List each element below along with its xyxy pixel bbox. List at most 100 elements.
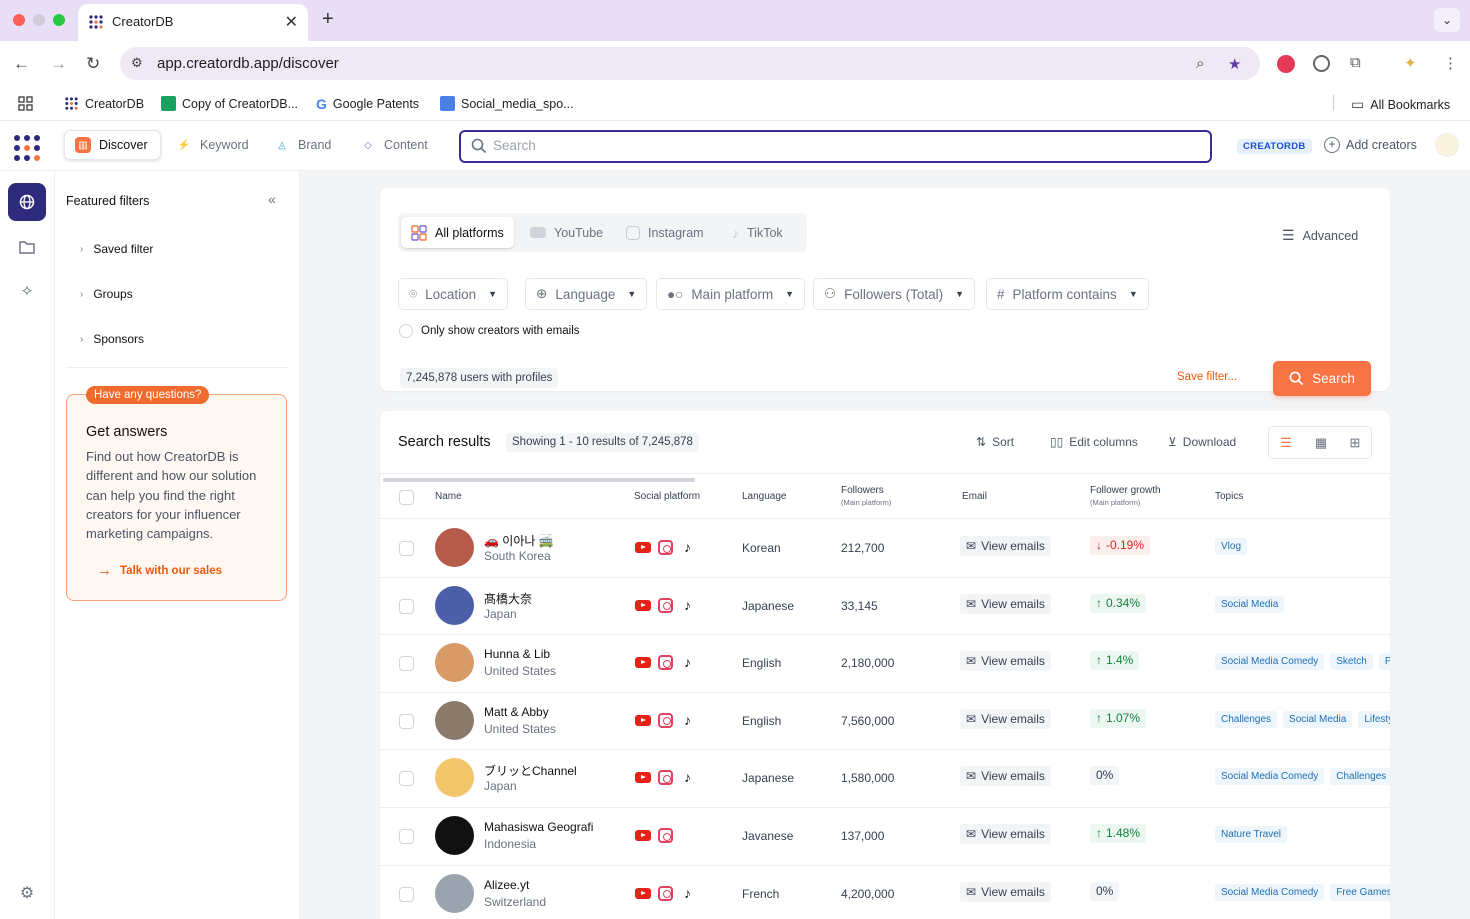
profile-icon[interactable]: ✦ — [1404, 54, 1417, 72]
apps-grid-icon[interactable] — [18, 96, 33, 111]
edit-columns-button[interactable]: ▯▯ Edit columns — [1050, 435, 1138, 449]
advanced-button[interactable]: ☰ Advanced — [1282, 227, 1358, 244]
bookmark-social-media[interactable]: Social_media_spo... — [440, 96, 574, 111]
view-emails-button[interactable]: ✉ View emails — [960, 881, 1051, 902]
youtube-icon[interactable] — [635, 887, 651, 899]
url-text[interactable]: app.creatordb.app/discover — [157, 55, 339, 72]
tab-keyword[interactable]: ⚡ Keyword — [166, 130, 261, 160]
tiktok-icon[interactable]: ♪ — [680, 712, 695, 728]
table-row[interactable]: 🚗 이아나 🚎 South Korea ♪ Korean 212,700 ✉ View em… — [380, 519, 1390, 576]
emails-only-checkbox[interactable] — [399, 324, 413, 338]
topic-tag[interactable]: Social Media Comedy — [1215, 883, 1325, 901]
instagram-icon[interactable] — [658, 885, 673, 901]
topic-tag[interactable]: Vlog — [1215, 538, 1248, 555]
new-tab-button[interactable]: + — [322, 8, 334, 31]
row-checkbox[interactable] — [399, 829, 414, 844]
sidebar-item-sponsors[interactable]: › Sponsors — [80, 332, 144, 346]
all-bookmarks[interactable]: ▭ All Bookmarks — [1351, 96, 1450, 113]
tab-content[interactable]: ◇ Content — [350, 130, 440, 160]
creator-name[interactable]: 🚗 이아나 🚎 — [484, 532, 554, 549]
grid-view-icon[interactable]: ⊞ — [1338, 427, 1372, 458]
user-avatar[interactable] — [1435, 133, 1459, 157]
table-row[interactable]: Alizee.yt Switzerland ♪ French 4,200,000 ✉ Vie… — [380, 865, 1390, 919]
tab-instagram[interactable]: Instagram — [616, 217, 714, 248]
view-emails-button[interactable]: ✉ View emails — [960, 708, 1051, 729]
global-search[interactable] — [459, 130, 1212, 163]
sidebar-item-groups[interactable]: › Groups — [80, 287, 133, 301]
add-creators-button[interactable]: + Add creators — [1324, 137, 1417, 153]
zoom-icon[interactable]: ⌕ — [1196, 55, 1204, 72]
row-checkbox[interactable] — [399, 713, 414, 729]
instagram-icon[interactable] — [658, 770, 673, 786]
topic-tag[interactable]: Social Media — [1283, 710, 1353, 728]
avatar[interactable] — [435, 585, 474, 625]
topic-tag[interactable]: Challenges — [1215, 710, 1278, 728]
folder-icon[interactable] — [8, 228, 46, 266]
instagram-icon[interactable] — [658, 597, 673, 613]
browser-tab[interactable]: CreatorDB ✕ — [78, 4, 308, 41]
view-emails-button[interactable]: ✉ View emails — [960, 766, 1051, 787]
globe-icon[interactable] — [8, 183, 46, 221]
collapse-double-chevron-icon[interactable]: « — [268, 191, 276, 207]
talk-with-sales-link[interactable]: → Talk with our sales — [97, 562, 222, 579]
col-name[interactable]: Name — [435, 491, 462, 503]
close-window-button[interactable] — [13, 14, 25, 26]
row-checkbox[interactable] — [399, 656, 414, 672]
creator-name[interactable]: 髙橋大奈 — [484, 590, 532, 607]
extensions-puzzle-icon[interactable]: ⧉ — [1350, 54, 1361, 71]
select-all-checkbox[interactable] — [399, 490, 414, 505]
youtube-icon[interactable] — [635, 714, 651, 726]
youtube-icon[interactable] — [635, 657, 651, 669]
avatar[interactable] — [435, 873, 474, 913]
address-bar[interactable]: ⚙ app.creatordb.app/discover ⌕ ★ — [120, 47, 1260, 80]
bookmark-creatordb[interactable]: CreatorDB — [64, 96, 144, 111]
view-emails-button[interactable]: ✉ View emails — [960, 824, 1051, 844]
table-row[interactable]: ブリッとChannel Japan ♪ Japanese 1,580,000 ✉ View … — [380, 749, 1390, 806]
col-language[interactable]: Language — [742, 491, 787, 503]
topic-tag[interactable]: Lifesty — [1358, 710, 1390, 728]
tab-all-platforms[interactable]: All platforms — [401, 217, 514, 248]
topic-tag[interactable]: Social Media Comedy — [1215, 653, 1325, 671]
table-row[interactable]: Mahasiswa Geografi Indonesia Javanese 137,0… — [380, 807, 1390, 864]
search-button[interactable]: Search — [1273, 361, 1371, 396]
avatar[interactable] — [435, 758, 474, 798]
bookmark-star-icon[interactable]: ★ — [1228, 55, 1241, 73]
topic-tag[interactable]: Social Media Comedy — [1215, 768, 1325, 786]
tab-youtube[interactable]: YouTube — [520, 217, 613, 248]
forward-arrow-icon[interactable]: → — [50, 54, 67, 74]
view-emails-button[interactable]: ✉ View emails — [960, 593, 1051, 614]
row-checkbox[interactable] — [399, 541, 414, 556]
site-info-icon[interactable]: ⚙ — [131, 55, 143, 71]
topic-tag[interactable]: Challenges — [1330, 768, 1390, 786]
instagram-icon[interactable] — [658, 828, 673, 843]
creatordb-logo[interactable] — [14, 135, 40, 161]
row-checkbox[interactable] — [399, 771, 414, 787]
topic-tag[interactable]: Nature Travel — [1215, 826, 1288, 843]
browser-menu-icon[interactable]: ⋮ — [1443, 54, 1458, 72]
topic-tag[interactable]: Sketch — [1330, 653, 1373, 671]
instagram-icon[interactable] — [658, 712, 673, 728]
topic-tag[interactable]: Pr — [1378, 653, 1390, 671]
sort-button[interactable]: ⇅ Sort — [976, 435, 1014, 449]
language-dropdown[interactable]: ⊕ Language ▼ — [525, 278, 648, 310]
horizontal-scrollbar[interactable] — [383, 478, 695, 482]
avatar[interactable] — [435, 700, 474, 740]
row-checkbox[interactable] — [399, 886, 414, 902]
location-dropdown[interactable]: ⌾ Location ▼ — [398, 278, 509, 310]
bookmark-copy-of-creatordb[interactable]: Copy of CreatorDB... — [161, 96, 298, 111]
youtube-icon[interactable] — [635, 599, 651, 611]
tiktok-icon[interactable]: ♪ — [680, 540, 695, 555]
tiktok-icon[interactable]: ♪ — [680, 597, 695, 613]
avatar[interactable] — [435, 643, 474, 683]
extension-grammar-icon[interactable] — [1313, 55, 1330, 72]
sidebar-item-saved-filter[interactable]: › Saved filter — [80, 242, 153, 256]
reload-icon[interactable]: ↻ — [86, 54, 100, 74]
youtube-icon[interactable] — [635, 542, 651, 553]
tab-brand[interactable]: ◬ Brand — [264, 130, 343, 160]
save-filter-link[interactable]: Save filter... — [1177, 371, 1237, 383]
list-view-icon[interactable]: ☰ — [1269, 427, 1303, 458]
col-followers[interactable]: Followers (Main platform) — [841, 485, 891, 509]
minimize-window-button[interactable] — [33, 14, 45, 26]
settings-gear-icon[interactable]: ⚙ — [8, 874, 46, 912]
tab-search-chevron-icon[interactable]: ⌄ — [1434, 8, 1460, 32]
